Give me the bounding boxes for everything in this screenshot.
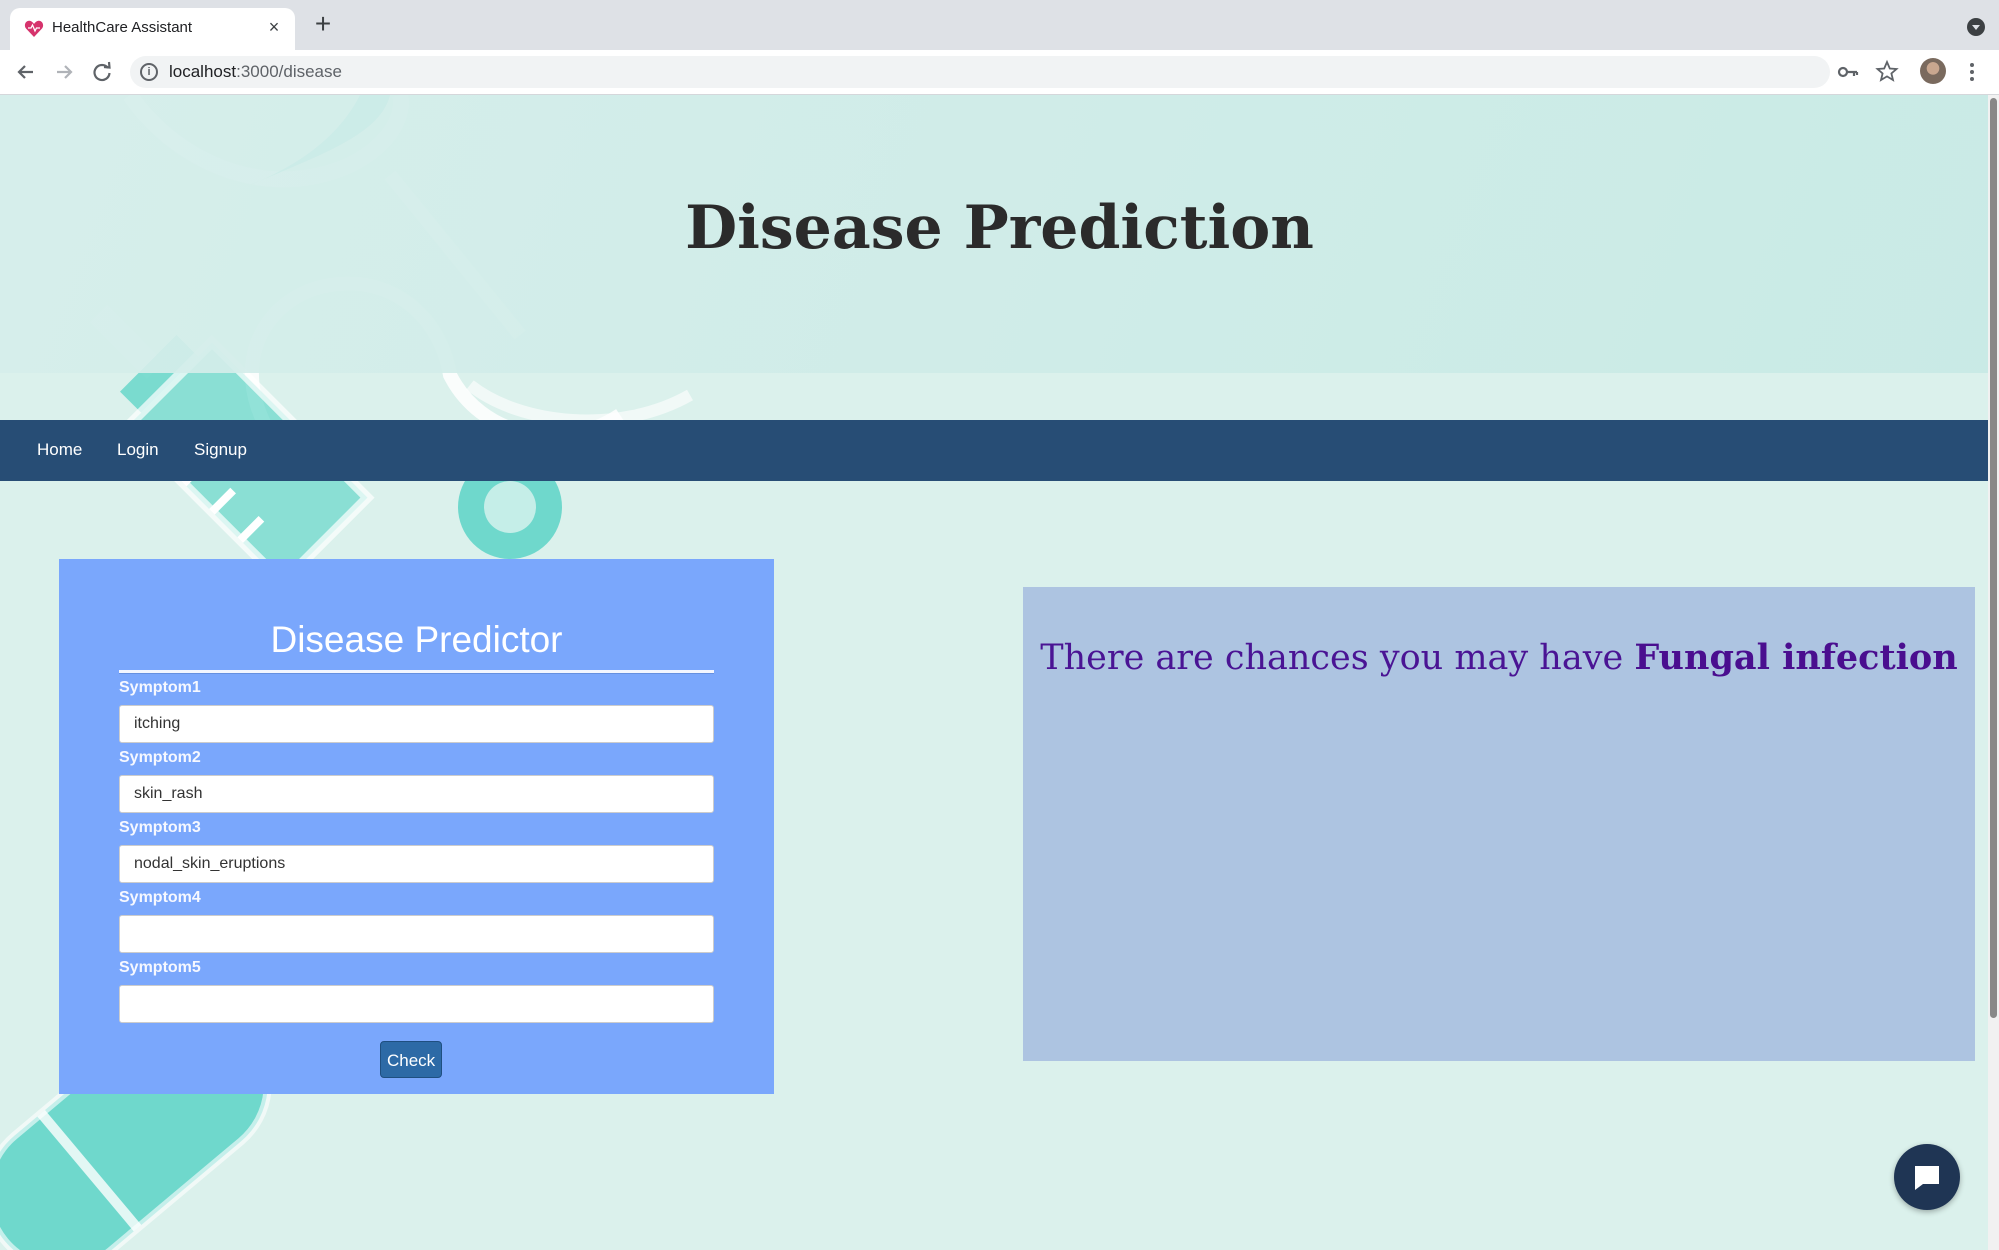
tab-search-icon[interactable] [1967,18,1985,36]
url-text: localhost:3000/disease [169,62,342,82]
symptom5-input[interactable] [119,985,714,1023]
back-icon[interactable] [12,58,40,86]
symptom5-label: Symptom5 [119,959,201,976]
disease-predictor-form: Disease Predictor Symptom1 Symptom2 Symp… [59,559,774,1094]
prediction-result-text: There are chances you may have Fungal in… [1023,637,1975,678]
nav-link-home[interactable]: Home [37,440,82,460]
new-tab-button[interactable]: + [308,10,338,38]
chat-widget-button[interactable] [1894,1144,1960,1210]
tab-close-icon[interactable]: × [263,17,285,38]
navbar: Home Login Signup [0,420,1999,481]
page-title: Disease Prediction [685,193,1314,263]
symptom4-input[interactable] [119,915,714,953]
check-button[interactable]: Check [380,1041,442,1078]
profile-avatar[interactable] [1920,58,1946,84]
chat-icon [1915,1166,1939,1190]
form-title: Disease Predictor [270,619,563,660]
heart-favicon-icon [24,20,44,37]
symptom3-label: Symptom3 [119,819,201,836]
symptom4-label: Symptom4 [119,889,201,906]
url-host: localhost [169,62,237,81]
page-scrollbar[interactable] [1988,95,1999,1250]
scrollbar-thumb[interactable] [1990,98,1997,1018]
prediction-result-panel: There are chances you may have Fungal in… [1023,587,1975,1061]
predicted-disease: Fungal infection [1634,637,1958,678]
symptom3-input[interactable] [119,845,714,883]
symptom2-input[interactable] [119,775,714,813]
nav-link-login[interactable]: Login [117,440,159,460]
browser-toolbar: i localhost:3000/disease [0,50,1999,95]
symptom1-label: Symptom1 [119,679,201,696]
info-icon[interactable]: i [140,63,158,81]
browser-tab-bar: HealthCare Assistant × + [0,0,1999,50]
star-icon[interactable] [1873,58,1901,86]
symptom2-label: Symptom2 [119,749,201,766]
url-path: :3000/disease [236,62,342,81]
result-prefix: There are chances you may have [1040,638,1635,678]
symptom1-input[interactable] [119,705,714,743]
page-viewport: Disease Prediction Home Login Signup Dis… [0,95,1999,1250]
nav-link-signup[interactable]: Signup [194,440,247,460]
more-vert-icon[interactable] [1958,58,1986,86]
forward-icon[interactable] [50,58,78,86]
key-icon[interactable] [1834,58,1862,86]
reload-icon[interactable] [88,58,116,86]
form-title-divider [119,670,714,674]
tab-title: HealthCare Assistant [52,19,193,36]
browser-tab[interactable]: HealthCare Assistant × [10,8,295,50]
address-bar[interactable]: i localhost:3000/disease [130,56,1830,88]
